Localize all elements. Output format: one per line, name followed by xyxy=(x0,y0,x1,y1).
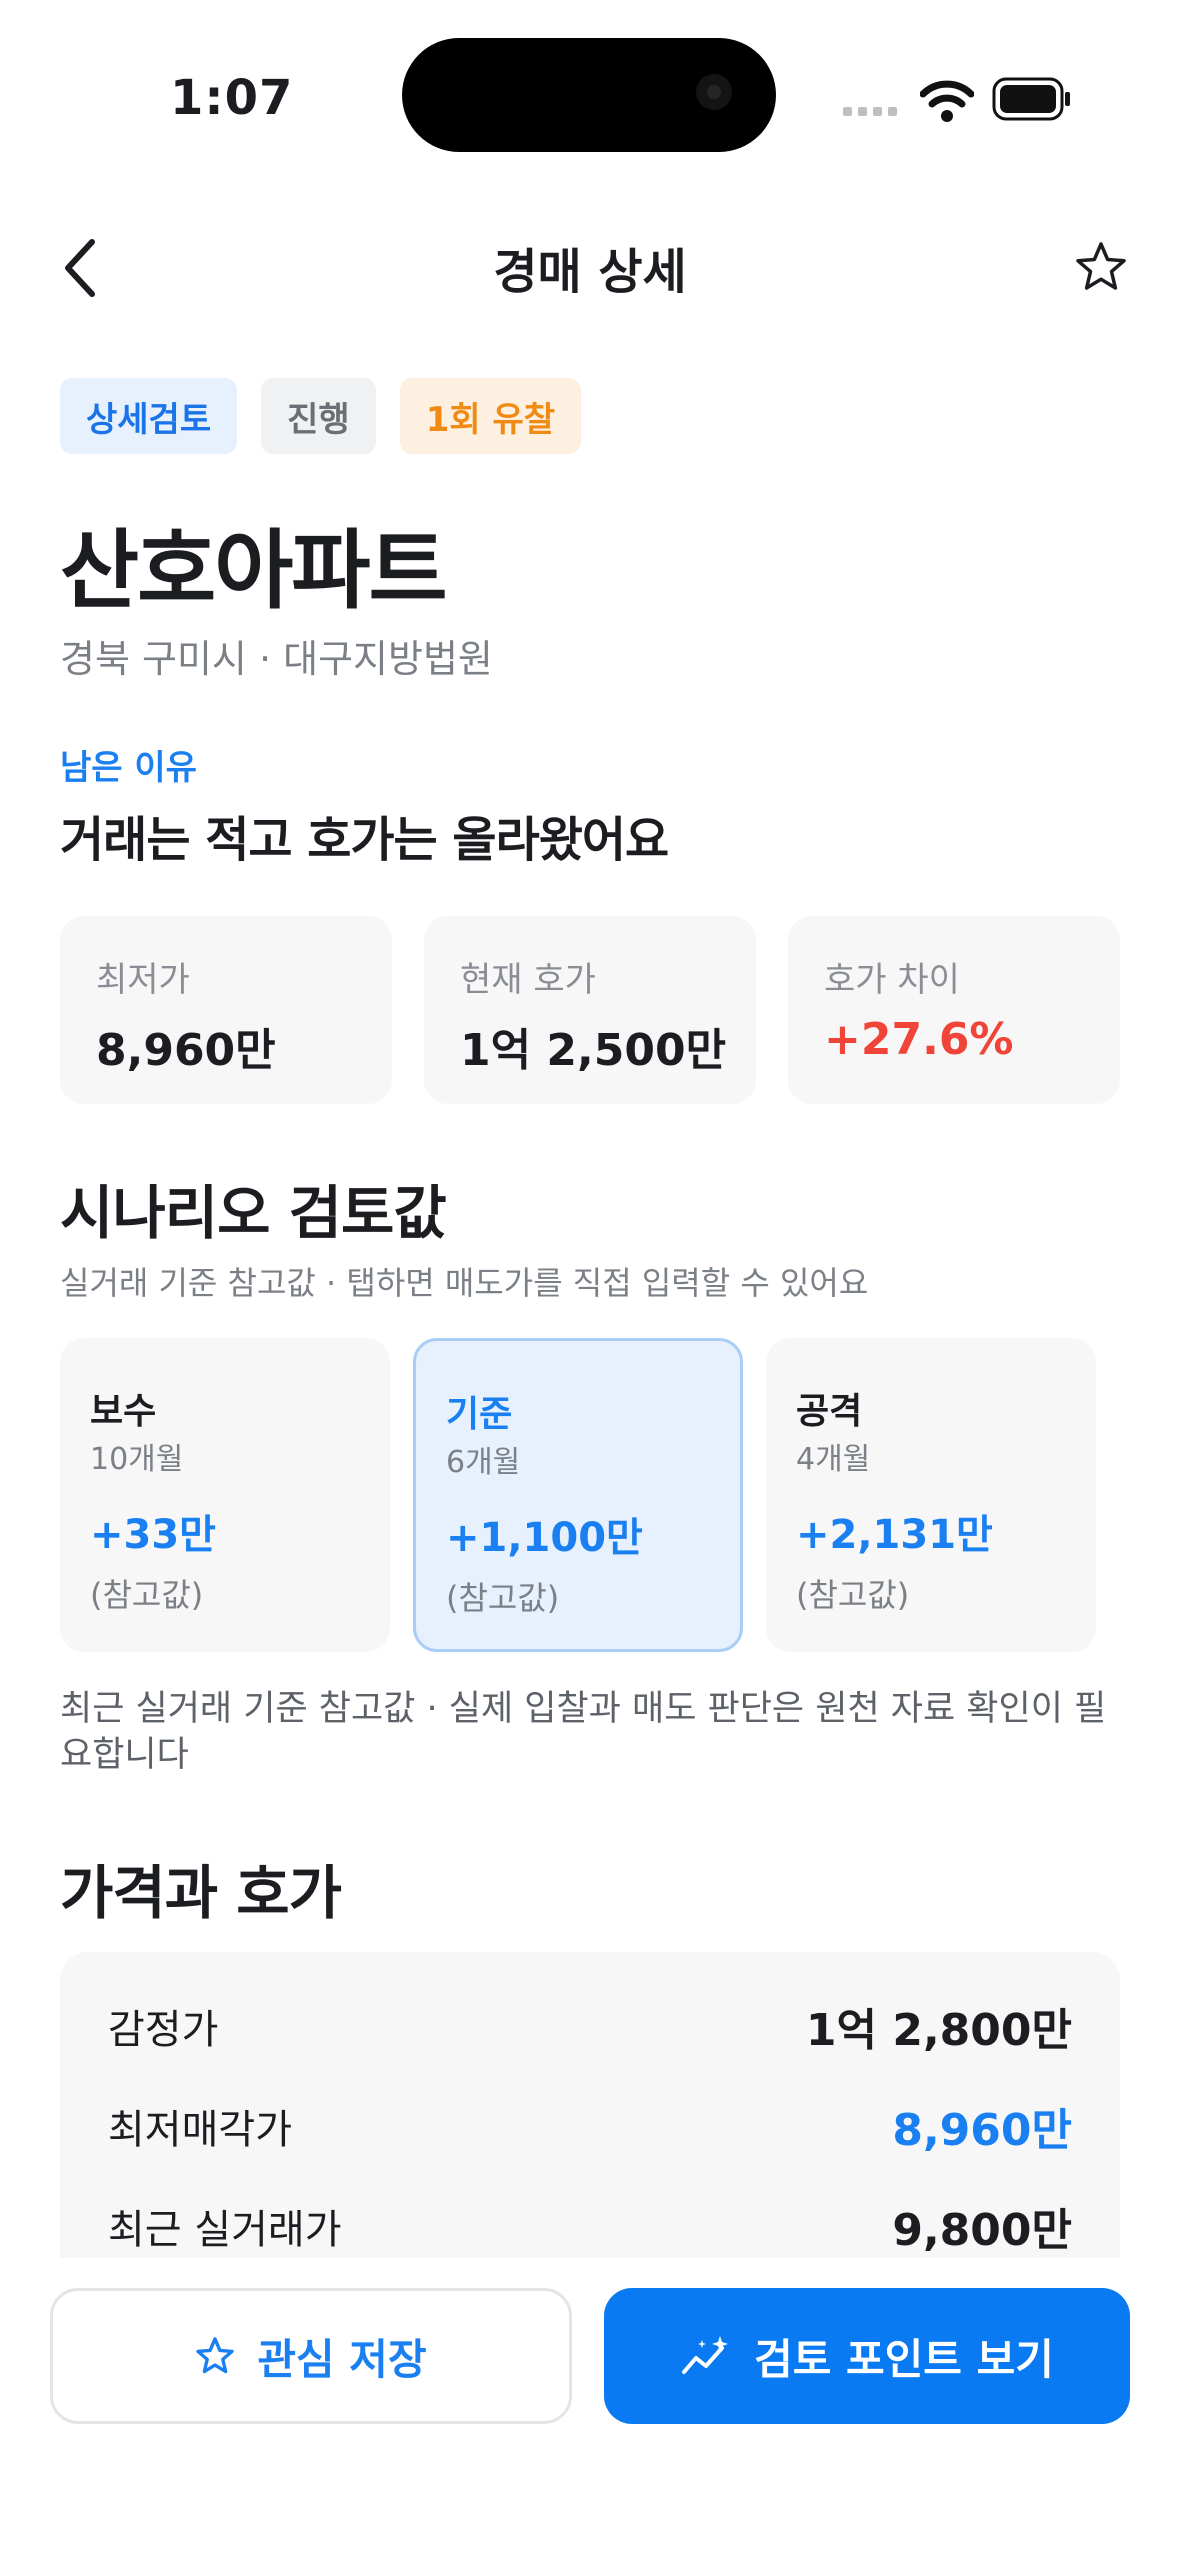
save-interest-label: 관심 저장 xyxy=(257,2334,427,2384)
reason-label: 남은 이유 xyxy=(60,748,197,788)
stat-value: +27.6% xyxy=(824,1014,1014,1065)
scenario-note: (참고값) xyxy=(446,1579,560,1617)
cellular-signal-icon xyxy=(843,107,897,116)
stat-card-price-gap: 호가 차이 +27.6% xyxy=(788,916,1120,1104)
stat-value: 1억 2,500만 xyxy=(460,1025,727,1076)
price-row-recent-trade: 최근 실거래가 9,800만 xyxy=(108,2196,1072,2256)
scenario-name: 기준 xyxy=(446,1394,513,1435)
scenario-name: 보수 xyxy=(90,1391,157,1432)
price-label: 감정가 xyxy=(108,2007,219,2053)
property-name: 산호아파트 xyxy=(60,521,448,621)
scenario-period: 6개월 xyxy=(446,1445,521,1480)
price-row-appraisal: 감정가 1억 2,800만 xyxy=(108,1996,1072,2056)
property-location: 경북 구미시 · 대구지방법원 xyxy=(60,637,493,681)
scenario-name: 공격 xyxy=(796,1391,863,1432)
scenario-note: (참고값) xyxy=(796,1576,910,1614)
stat-value: 8,960만 xyxy=(96,1025,276,1076)
price-label: 최저매각가 xyxy=(108,2107,292,2153)
scenario-period: 10개월 xyxy=(90,1442,184,1477)
star-icon xyxy=(196,2337,235,2374)
stat-label: 호가 차이 xyxy=(824,960,960,1000)
scenario-card-conservative[interactable]: 보수 10개월 +33만 (참고값) xyxy=(60,1338,390,1652)
phone-screen: 1:07 경매 상세 상세검토 진행 1회 유찰 산호아파트 경북 구미시 · … xyxy=(0,0,1180,2565)
camera-icon xyxy=(696,74,732,110)
page-title: 경매 상세 xyxy=(493,244,687,300)
scenario-period: 4개월 xyxy=(796,1442,871,1477)
scenario-note: (참고값) xyxy=(90,1576,204,1614)
view-review-points-button[interactable]: 검토 포인트 보기 xyxy=(604,2288,1130,2424)
scenario-value: +1,100만 xyxy=(446,1515,643,1561)
price-value: 9,800만 xyxy=(892,2205,1072,2256)
stat-label: 현재 호가 xyxy=(460,960,596,1000)
stat-card-asking-price: 현재 호가 1억 2,500만 xyxy=(424,916,756,1104)
reason-text: 거래는 적고 호가는 올라왔어요 xyxy=(60,812,669,868)
battery-icon xyxy=(992,77,1070,121)
favorite-star-icon[interactable] xyxy=(1074,240,1128,294)
scenario-subtitle: 실거래 기준 참고값 · 탭하면 매도가를 직접 입력할 수 있어요 xyxy=(60,1264,869,1302)
scenario-disclaimer: 최근 실거래 기준 참고값 · 실제 입찰과 매도 판단은 원천 자료 확인이 … xyxy=(60,1689,1107,1775)
stat-label: 최저가 xyxy=(96,960,190,1000)
price-value: 1억 2,800만 xyxy=(805,2005,1072,2056)
status-time: 1:07 xyxy=(170,70,294,126)
price-label: 최근 실거래가 xyxy=(108,2207,342,2253)
wifi-icon xyxy=(920,80,974,122)
scenario-card-base[interactable]: 기준 6개월 +1,100만 (참고값) xyxy=(413,1338,743,1652)
scenario-card-aggressive[interactable]: 공격 4개월 +2,131만 (참고값) xyxy=(766,1338,1096,1652)
badge-review: 상세검토 xyxy=(60,378,238,454)
price-value: 8,960만 xyxy=(892,2105,1072,2156)
badge-failed-bid: 1회 유찰 xyxy=(399,378,582,454)
view-review-points-label: 검토 포인트 보기 xyxy=(754,2334,1054,2384)
save-interest-button[interactable]: 관심 저장 xyxy=(50,2288,572,2424)
price-row-minimum: 최저매각가 8,960만 xyxy=(108,2096,1072,2156)
prices-title: 가격과 호가 xyxy=(60,1859,342,1927)
sparkle-chart-icon xyxy=(682,2336,729,2374)
scenario-value: +2,131만 xyxy=(796,1512,993,1558)
status-badges: 상세검토 진행 1회 유찰 xyxy=(60,378,582,454)
scenario-value: +33만 xyxy=(90,1512,216,1558)
stat-card-min-price: 최저가 8,960만 xyxy=(60,916,392,1104)
scenario-title: 시나리오 검토값 xyxy=(60,1179,447,1247)
badge-progress: 진행 xyxy=(261,378,376,454)
